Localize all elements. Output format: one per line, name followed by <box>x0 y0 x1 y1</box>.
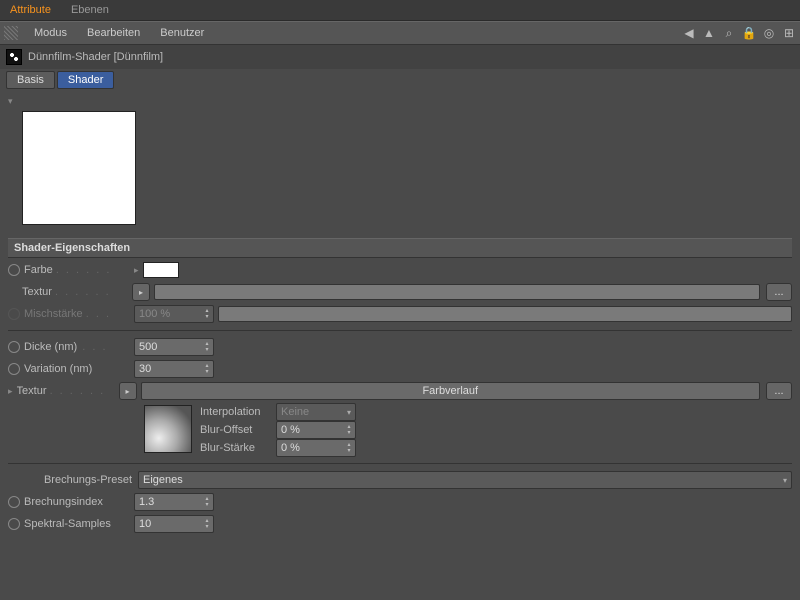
anim-dot-index[interactable] <box>8 496 20 508</box>
tab-ebenen[interactable]: Ebenen <box>61 1 119 19</box>
drag-grip-icon[interactable] <box>4 26 18 40</box>
label-textur: Textur . . . . . . <box>22 286 132 298</box>
divider <box>8 330 792 331</box>
texture-slot[interactable] <box>154 284 760 300</box>
anim-dot-farbe[interactable] <box>8 264 20 276</box>
blur-staerke-field[interactable]: 0 %▴▾ <box>276 439 356 457</box>
top-tab-bar: Attribute Ebenen <box>0 0 800 21</box>
divider2 <box>8 463 792 464</box>
new-tab-icon[interactable]: ⊞ <box>782 26 796 40</box>
disclosure-icon[interactable]: ▾ <box>8 96 13 106</box>
object-header: Dünnfilm-Shader [Dünnfilm] <box>0 45 800 69</box>
label-dicke: Dicke (nm) . . . <box>24 341 134 353</box>
label-index: Brechungsindex <box>24 496 134 508</box>
gradient-slot[interactable]: Farbverlauf <box>141 382 760 400</box>
expand-textur2-icon[interactable]: ▸ <box>8 386 13 397</box>
label-farbe: Farbe . . . . . . <box>24 264 134 276</box>
interpolation-dropdown[interactable]: Keine▾ <box>276 403 356 421</box>
texture2-menu-button[interactable]: ▸ <box>119 382 137 400</box>
expand-icon[interactable]: ▸ <box>134 265 139 276</box>
subtab-shader[interactable]: Shader <box>57 71 114 89</box>
anim-dot-variation[interactable] <box>8 363 20 375</box>
label-preset: Brechungs-Preset <box>22 474 138 486</box>
samples-field[interactable]: 10▴▾ <box>134 515 214 533</box>
tab-attribute[interactable]: Attribute <box>0 1 61 19</box>
label-variation: Variation (nm) <box>24 363 134 375</box>
label-blur-staerke: Blur-Stärke <box>200 442 270 454</box>
dicke-field[interactable]: 500▴▾ <box>134 338 214 356</box>
label-samples: Spektral-Samples <box>24 518 134 530</box>
anim-dot-samples[interactable] <box>8 518 20 530</box>
anim-dot-misch <box>8 308 20 320</box>
up-arrow-icon[interactable]: ▲ <box>702 26 716 40</box>
shader-panel: ▾ Shader-Eigenschaften Farbe . . . . . .… <box>0 91 800 540</box>
shader-icon <box>6 49 22 65</box>
shader-preview[interactable] <box>22 111 136 225</box>
object-title: Dünnfilm-Shader [Dünnfilm] <box>28 51 163 63</box>
anim-dot-dicke[interactable] <box>8 341 20 353</box>
preset-dropdown[interactable]: Eigenes▾ <box>138 471 792 489</box>
search-icon[interactable]: ⌕ <box>722 26 736 40</box>
misch-field: 100 %▴▾ <box>134 305 214 323</box>
texture-menu-button[interactable]: ▸ <box>132 283 150 301</box>
subtab-basis[interactable]: Basis <box>6 71 55 89</box>
section-header: Shader-Eigenschaften <box>8 238 792 258</box>
label-misch: Mischstärke . . . <box>24 308 134 320</box>
variation-field[interactable]: 30▴▾ <box>134 360 214 378</box>
menu-benutzer[interactable]: Benutzer <box>150 22 214 44</box>
sub-tab-bar: Basis Shader <box>0 69 800 91</box>
label-interpolation: Interpolation <box>200 406 270 418</box>
texture-browse-button[interactable]: ... <box>766 283 792 301</box>
index-field[interactable]: 1.3▴▾ <box>134 493 214 511</box>
label-textur2: Textur . . . . . . <box>17 385 119 397</box>
menu-bar: Modus Bearbeiten Benutzer ◀ ▲ ⌕ 🔒 ◎ ⊞ <box>0 21 800 45</box>
menu-bearbeiten[interactable]: Bearbeiten <box>77 22 150 44</box>
blur-offset-field[interactable]: 0 %▴▾ <box>276 421 356 439</box>
texture2-browse-button[interactable]: ... <box>766 382 792 400</box>
back-arrow-icon[interactable]: ◀ <box>682 26 696 40</box>
label-blur-offset: Blur-Offset <box>200 424 270 436</box>
gradient-preview[interactable] <box>144 405 192 453</box>
target-icon[interactable]: ◎ <box>762 26 776 40</box>
menu-modus[interactable]: Modus <box>24 22 77 44</box>
misch-slider <box>218 306 792 322</box>
lock-icon[interactable]: 🔒 <box>742 26 756 40</box>
color-swatch[interactable] <box>143 262 179 278</box>
